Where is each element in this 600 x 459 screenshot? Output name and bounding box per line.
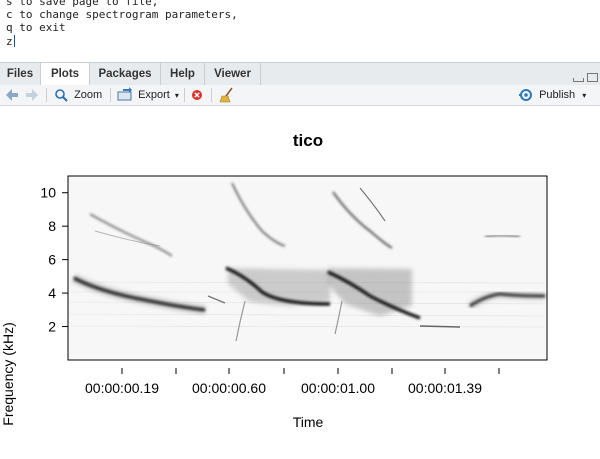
toolbar-divider xyxy=(184,88,185,102)
y-tick-label: 10 xyxy=(40,185,56,201)
toolbar-divider xyxy=(110,88,111,102)
chart-title: tico xyxy=(293,131,323,150)
zoom-label: Zoom xyxy=(74,89,103,101)
text-cursor xyxy=(13,35,15,47)
remove-plot-button[interactable] xyxy=(191,85,203,105)
x-tick-label: 00:00:01.00 xyxy=(301,380,375,396)
x-tick-label: 00:00:01.39 xyxy=(408,380,482,396)
broom-icon xyxy=(219,87,233,103)
y-tick-label: 8 xyxy=(48,218,56,234)
spectrogram-image xyxy=(68,176,547,360)
y-axis: 2 4 6 8 10 xyxy=(40,185,69,335)
publish-label: Publish xyxy=(539,89,576,101)
console-line-2: c to change spectrogram parameters, xyxy=(6,8,238,21)
zoom-icon xyxy=(55,89,68,102)
y-tick-label: 4 xyxy=(48,285,56,301)
console-output: s to save page to file, c to change spec… xyxy=(0,0,600,58)
tab-packages[interactable]: Packages xyxy=(90,63,161,85)
toolbar-divider xyxy=(46,88,47,102)
clear-all-plots-button[interactable] xyxy=(219,85,235,105)
x-tick-label: 00:00:00.19 xyxy=(85,380,159,396)
x-tick-label: 00:00:00.60 xyxy=(192,380,266,396)
minimize-pane-button[interactable] xyxy=(573,78,584,82)
zoom-button[interactable]: Zoom xyxy=(54,85,102,105)
console-prompt-text: z xyxy=(6,35,13,48)
pane-tab-bar: Files Plots Packages Help Viewer xyxy=(0,62,600,86)
maximize-pane-button[interactable] xyxy=(587,73,598,82)
tab-plots[interactable]: Plots xyxy=(41,63,90,86)
console-line-1: s to save page to file, xyxy=(6,0,159,8)
export-icon xyxy=(117,87,132,101)
export-label: Export xyxy=(138,89,170,101)
console-line-3: q to exit xyxy=(6,21,66,34)
plot-viewer: tico 2 4 6 8 10 00:00:00.19 00:00:00.60 … xyxy=(0,106,600,454)
y-axis-label: Frequency (kHz) xyxy=(0,322,16,425)
chevron-down-icon: ▾ xyxy=(174,91,179,100)
remove-plot-icon xyxy=(192,90,202,100)
toolbar-divider xyxy=(211,88,212,102)
console-prompt[interactable]: z xyxy=(6,35,15,48)
back-arrow-icon[interactable] xyxy=(5,85,19,105)
publish-icon xyxy=(519,89,532,101)
y-tick-label: 6 xyxy=(48,252,56,268)
tab-viewer[interactable]: Viewer xyxy=(205,63,261,85)
export-button[interactable]: Export ▾ xyxy=(117,85,179,105)
spectrogram-chart: tico 246810 00:00:00.19 00:00:00.60 00:0… xyxy=(0,131,548,430)
publish-button[interactable]: Publish ▾ xyxy=(518,85,586,105)
plots-toolbar: Zoom Export ▾ Publish ▾ xyxy=(0,85,600,106)
tab-help[interactable]: Help xyxy=(161,63,205,85)
x-axis: 00:00:00.19 00:00:00.60 00:00:01.00 00:00:0… xyxy=(85,368,500,396)
tab-files[interactable]: Files xyxy=(0,63,41,85)
x-axis-label: Time xyxy=(293,414,324,430)
y-tick-label: 2 xyxy=(48,319,56,335)
forward-arrow-icon[interactable] xyxy=(25,85,39,105)
chevron-down-icon: ▾ xyxy=(582,91,587,100)
